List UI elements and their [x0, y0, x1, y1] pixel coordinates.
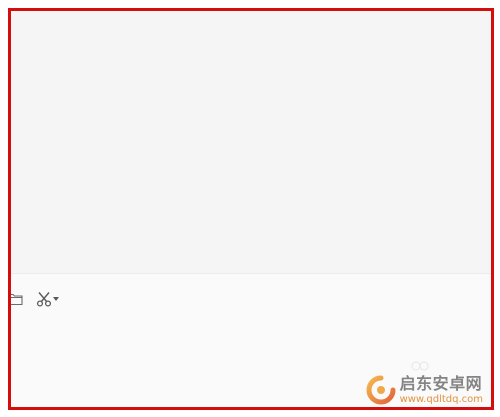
chevron-down-icon[interactable]	[52, 297, 59, 301]
watermark-title: 启东安卓网	[399, 373, 483, 393]
send-file-button[interactable]	[11, 288, 23, 310]
watermark-url: www.qdltdq.com	[399, 393, 483, 405]
watermark: 启东安卓网 www.qdltdq.com	[366, 375, 483, 405]
watermark-logo-icon	[366, 375, 396, 405]
faint-watermark-mark	[411, 361, 429, 371]
folder-icon	[11, 293, 23, 306]
chat-history-area	[11, 11, 491, 273]
highlight-frame: 启东安卓网 www.qdltdq.com	[8, 8, 494, 410]
scissors-icon	[36, 292, 51, 307]
screenshot-button[interactable]	[33, 288, 61, 310]
input-toolbar	[11, 288, 61, 310]
message-input-area[interactable]: 启东安卓网 www.qdltdq.com	[11, 274, 491, 407]
